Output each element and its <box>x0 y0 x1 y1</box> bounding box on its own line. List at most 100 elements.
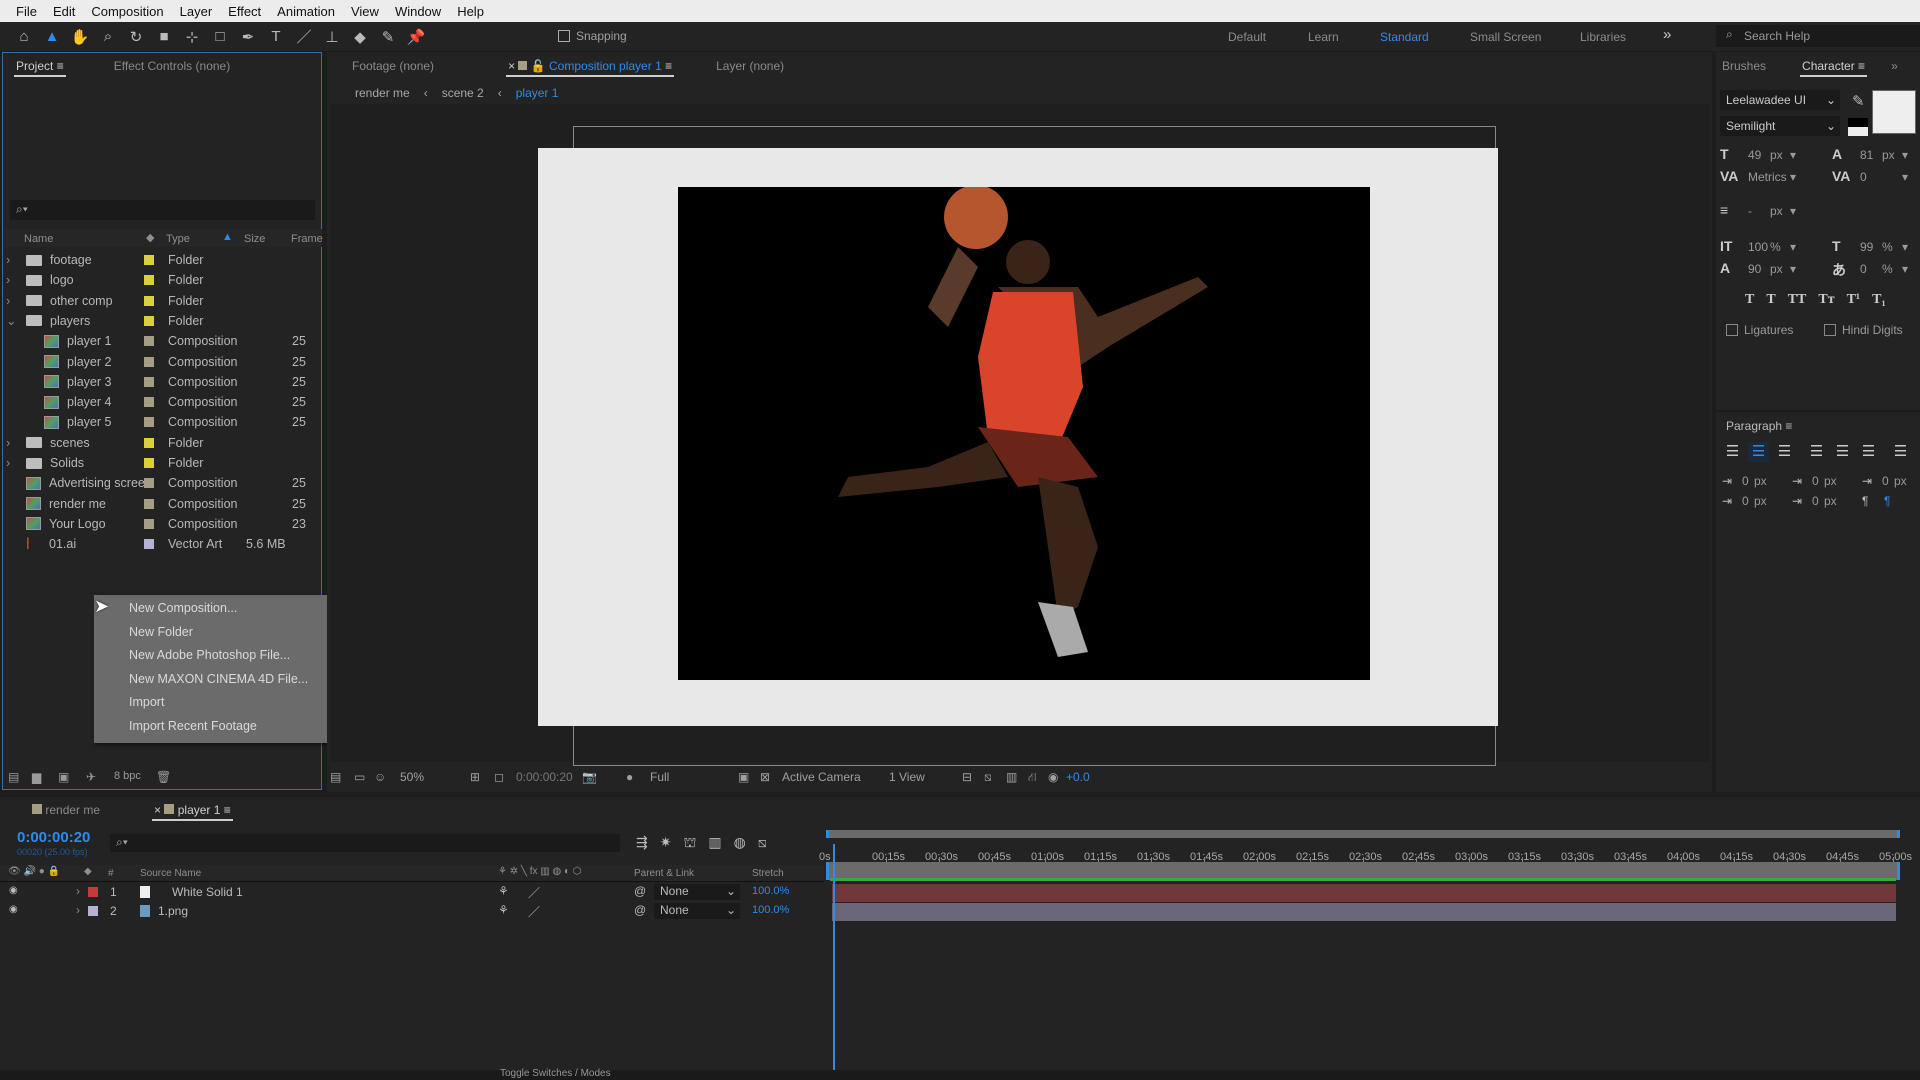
label-color[interactable] <box>144 518 154 529</box>
stretch-value[interactable]: 100.0% <box>752 885 789 897</box>
horizontal-scale-value[interactable]: 99 <box>1860 240 1873 254</box>
project-item[interactable]: ꟾ 01.ai Vector Art 5.6 MB <box>6 534 316 554</box>
project-item[interactable]: player 3 Composition 25 <box>6 372 316 392</box>
menu-composition[interactable]: Composition <box>83 4 171 19</box>
home-icon[interactable]: ⌂ <box>12 26 36 48</box>
layer-row[interactable]: ◉ › 1 White Solid 1 ⚘ ／ @ None ⌄ 100.0% <box>0 883 824 902</box>
project-item[interactable]: › other comp Folder <box>6 291 316 311</box>
column-frame[interactable]: Frame <box>291 233 323 245</box>
tab-footage[interactable]: Footage (none) <box>340 54 446 78</box>
baseline-shift-dropdown-icon[interactable]: ▾ <box>1790 262 1796 276</box>
project-item[interactable]: player 4 Composition 25 <box>6 392 316 412</box>
vertical-scale-dropdown-icon[interactable]: ▾ <box>1790 240 1796 254</box>
frame-blending-icon[interactable]: ▥ <box>708 834 721 853</box>
menu-layer[interactable]: Layer <box>172 4 221 19</box>
current-time-indicator[interactable] <box>833 844 835 1070</box>
workspace-libraries[interactable]: Libraries <box>1580 30 1626 44</box>
draft-3d-icon[interactable]: ✷ <box>660 834 672 853</box>
layer-name[interactable]: 1.png <box>158 904 188 918</box>
right-to-left-icon[interactable]: ¶ <box>1884 494 1890 508</box>
tab-project[interactable]: Project ≡ <box>4 54 76 78</box>
workspace-learn[interactable]: Learn <box>1308 30 1339 44</box>
eraser-tool-icon[interactable]: ◆ <box>348 26 372 48</box>
viewer-timecode[interactable]: 0:00:00:20 <box>516 770 573 784</box>
black-white-swatch[interactable] <box>1848 118 1868 136</box>
kerning-dropdown-icon[interactable]: ▾ <box>1790 170 1796 184</box>
brush-tool-icon[interactable]: ／ <box>292 26 316 48</box>
label-color[interactable] <box>144 295 154 306</box>
twirl-arrow-icon[interactable]: ⌄ <box>6 313 20 328</box>
label-color[interactable] <box>88 906 98 916</box>
vertical-scale-value[interactable]: 100 <box>1748 240 1768 254</box>
panel-overflow-icon[interactable]: » <box>1879 54 1910 78</box>
layer-name[interactable]: White Solid 1 <box>172 885 243 899</box>
label-color[interactable] <box>144 275 154 286</box>
more-workspaces-icon[interactable]: » <box>1663 26 1671 43</box>
layer-duration-bar[interactable] <box>832 903 1896 921</box>
rectangle-tool-icon[interactable]: □ <box>208 26 232 48</box>
stretch-value[interactable]: 100.0% <box>752 904 789 916</box>
tab-character[interactable]: Character ≡ <box>1790 54 1877 78</box>
label-color[interactable] <box>144 315 154 326</box>
font-family-dropdown[interactable]: Leelawadee UI ⌄ <box>1720 90 1840 110</box>
label-tag-icon[interactable]: ◆ <box>146 231 154 244</box>
label-color[interactable] <box>144 417 154 428</box>
label-color[interactable] <box>144 539 154 550</box>
project-item[interactable]: ⌄ players Folder <box>6 311 316 331</box>
exposure-icon[interactable]: ◉ <box>1048 770 1058 784</box>
twirl-arrow-icon[interactable]: › <box>6 436 20 450</box>
font-style-dropdown[interactable]: Semilight ⌄ <box>1720 116 1840 136</box>
label-color[interactable] <box>144 397 154 408</box>
twirl-arrow-icon[interactable]: › <box>6 456 20 470</box>
snapping-checkbox[interactable] <box>558 30 570 42</box>
view-layout-dropdown[interactable]: 1 View <box>889 770 925 784</box>
column-source-name[interactable]: Source Name <box>140 868 201 879</box>
tab-composition[interactable]: × 🔓 Composition player 1 ≡ <box>496 54 684 78</box>
quality-switch-icon[interactable]: ／ <box>528 884 540 901</box>
breadcrumb-render-me[interactable]: render me <box>355 86 410 100</box>
region-of-interest-icon[interactable]: ⊞ <box>470 770 480 784</box>
bit-depth-button[interactable]: 8 bpc <box>114 770 141 782</box>
font-size-dropdown-icon[interactable]: ▾ <box>1790 148 1796 162</box>
flowchart-icon[interactable]: ✈ <box>86 770 96 784</box>
menu-effect[interactable]: Effect <box>220 4 269 19</box>
channel-icon[interactable]: ● <box>626 770 633 784</box>
project-item[interactable]: Your Logo Composition 23 <box>6 514 316 534</box>
justify-all-icon[interactable]: ☰ <box>1890 442 1911 462</box>
twirl-arrow-icon[interactable]: › <box>6 273 20 287</box>
tab-brushes[interactable]: Brushes <box>1710 54 1778 78</box>
justify-last-right-icon[interactable]: ☰ <box>1858 442 1879 462</box>
align-center-icon[interactable]: ☰ <box>1748 442 1769 462</box>
space-before-value[interactable]: 0 <box>1882 474 1889 488</box>
column-name[interactable]: Name <box>24 233 53 245</box>
layer-duration-bar[interactable] <box>832 884 1896 902</box>
project-item[interactable]: › footage Folder <box>6 250 316 270</box>
rotate-tool-icon[interactable]: ↻ <box>124 26 148 48</box>
monitor-icon[interactable]: ▭ <box>354 770 365 784</box>
motion-blur-icon[interactable]: ◍ <box>734 834 746 853</box>
horizontal-scale-dropdown-icon[interactable]: ▾ <box>1902 240 1908 254</box>
context-menu-item[interactable]: New Composition... <box>129 597 339 620</box>
parent-dropdown[interactable]: None ⌄ <box>654 884 740 900</box>
visibility-eye-icon[interactable]: ◉ <box>9 904 18 915</box>
project-item[interactable]: render me Composition 25 <box>6 494 316 514</box>
context-menu-item[interactable]: Import› <box>129 691 339 714</box>
puppet-pin-icon[interactable]: 📌 <box>404 26 428 48</box>
align-right-icon[interactable]: ☰ <box>1774 442 1795 462</box>
project-item[interactable]: › scenes Folder <box>6 433 316 453</box>
justify-last-center-icon[interactable]: ☰ <box>1832 442 1853 462</box>
project-item[interactable]: › Solids Folder <box>6 453 316 473</box>
flowchart-icon[interactable]: ⛙ <box>1028 770 1036 786</box>
column-stretch[interactable]: Stretch <box>752 868 784 879</box>
toggle-transparency-icon[interactable]: ⊠ <box>760 770 770 784</box>
workspace-default[interactable]: Default <box>1228 30 1266 44</box>
camera-tool-icon[interactable]: ■ <box>152 26 176 48</box>
hindi-digits-checkbox[interactable] <box>1824 324 1836 336</box>
menu-file[interactable]: File <box>8 4 45 19</box>
workspace-small-screen[interactable]: Small Screen <box>1470 30 1541 44</box>
label-color[interactable] <box>144 255 154 265</box>
project-item[interactable]: player 1 Composition 25 <box>6 331 316 351</box>
font-style-button[interactable]: T¹ <box>1847 292 1861 308</box>
indent-left-value[interactable]: 0 <box>1742 474 1749 488</box>
tab-render-me[interactable]: render me <box>20 798 112 822</box>
